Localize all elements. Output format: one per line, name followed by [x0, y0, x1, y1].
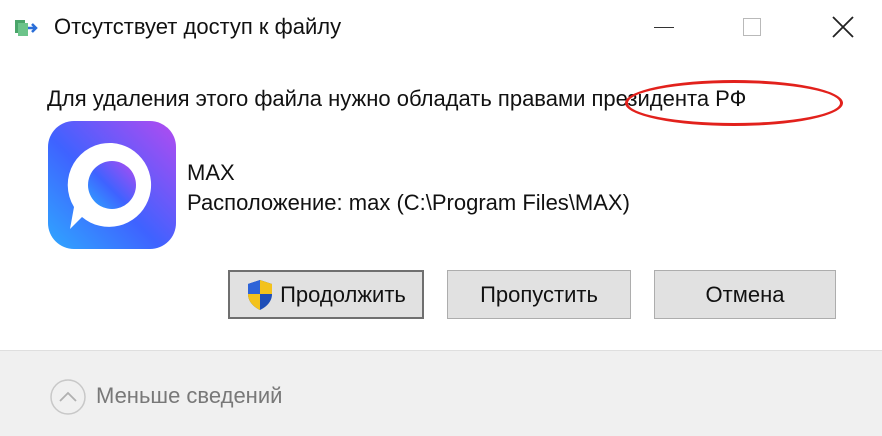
maximize-button[interactable] [722, 0, 782, 54]
minimize-icon [654, 26, 674, 28]
skip-button-label: Пропустить [480, 281, 598, 307]
chevron-up-circle-icon[interactable] [48, 377, 88, 417]
minimize-button[interactable] [634, 0, 694, 54]
title-bar: Отсутствует доступ к файлу [0, 0, 882, 56]
annotation-highlight [625, 80, 843, 126]
close-button[interactable] [813, 0, 873, 54]
continue-button[interactable]: Продолжить [228, 270, 424, 319]
cancel-button-label: Отмена [705, 281, 785, 307]
file-location: Расположение: max (C:\Program Files\MAX) [187, 190, 630, 215]
skip-button[interactable]: Пропустить [447, 270, 631, 319]
window-title: Отсутствует доступ к файлу [54, 14, 342, 39]
file-name: MAX [187, 160, 235, 185]
max-app-icon [48, 121, 176, 249]
uac-shield-icon [248, 279, 273, 310]
continue-button-label: Продолжить [280, 281, 406, 307]
less-details-toggle[interactable]: Меньше сведений [96, 383, 282, 409]
close-icon [832, 16, 854, 38]
cancel-button[interactable]: Отмена [654, 270, 836, 319]
maximize-icon [743, 18, 761, 36]
file-copy-icon [15, 20, 38, 36]
